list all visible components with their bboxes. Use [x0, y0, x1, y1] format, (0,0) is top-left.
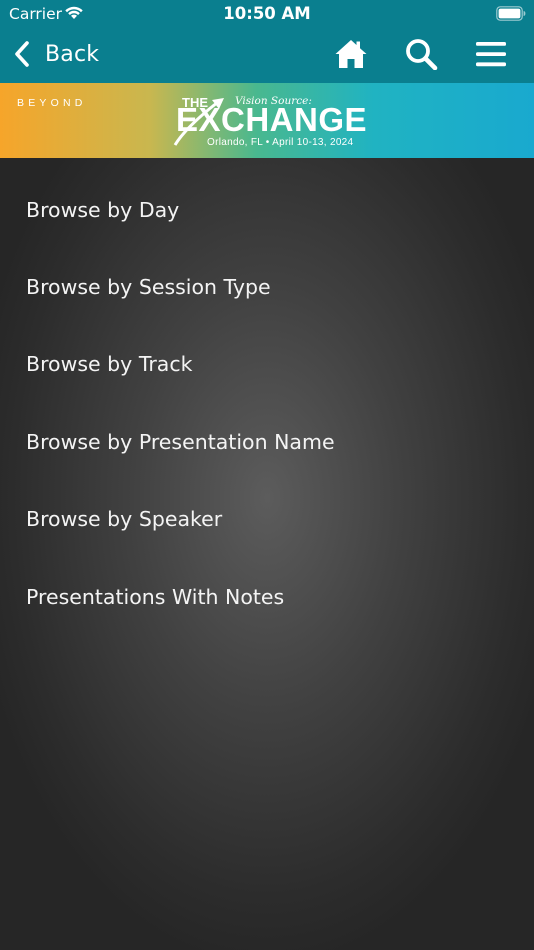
menu-item-presentations-with-notes[interactable]: Presentations With Notes	[0, 558, 534, 635]
back-label: Back	[45, 41, 100, 67]
menu-item-label: Browse by Session Type	[26, 275, 271, 300]
menu-item-label: Browse by Speaker	[26, 507, 223, 532]
app-header: Carrier 10:50 AM Back	[0, 0, 534, 83]
status-bar: Carrier 10:50 AM	[0, 0, 534, 28]
banner-location-text: Orlando, FL • April 10-13, 2024	[207, 137, 354, 148]
banner-exchange-title: EXCHANGE	[176, 101, 368, 138]
banner-beyond-text: BEYOND	[17, 97, 87, 109]
menu-item-browse-by-session-type[interactable]: Browse by Session Type	[0, 248, 534, 325]
menu-item-browse-by-speaker[interactable]: Browse by Speaker	[0, 481, 534, 558]
event-banner: BEYOND THE Vision Source: EXCHANGE Orlan…	[0, 83, 534, 158]
menu-item-label: Browse by Presentation Name	[26, 429, 335, 454]
menu-item-browse-by-day[interactable]: Browse by Day	[0, 171, 534, 248]
menu-item-browse-by-presentation-name[interactable]: Browse by Presentation Name	[0, 403, 534, 480]
back-button[interactable]: Back	[12, 36, 99, 72]
menu-item-browse-by-track[interactable]: Browse by Track	[0, 326, 534, 403]
nav-bar: Back	[0, 28, 534, 83]
chevron-left-icon	[15, 41, 29, 67]
menu-item-label: Browse by Day	[26, 197, 180, 222]
status-time: 10:50 AM	[223, 4, 311, 23]
battery-icon	[496, 6, 526, 21]
search-icon[interactable]	[404, 38, 438, 70]
menu-item-label: Browse by Track	[26, 352, 193, 377]
browse-menu-panel: Browse by Day Browse by Session Type Bro…	[0, 158, 534, 950]
home-icon[interactable]	[334, 38, 368, 70]
menu-item-label: Presentations With Notes	[26, 584, 285, 609]
menu-icon[interactable]	[474, 38, 508, 70]
browse-menu-list: Browse by Day Browse by Session Type Bro…	[0, 171, 534, 635]
